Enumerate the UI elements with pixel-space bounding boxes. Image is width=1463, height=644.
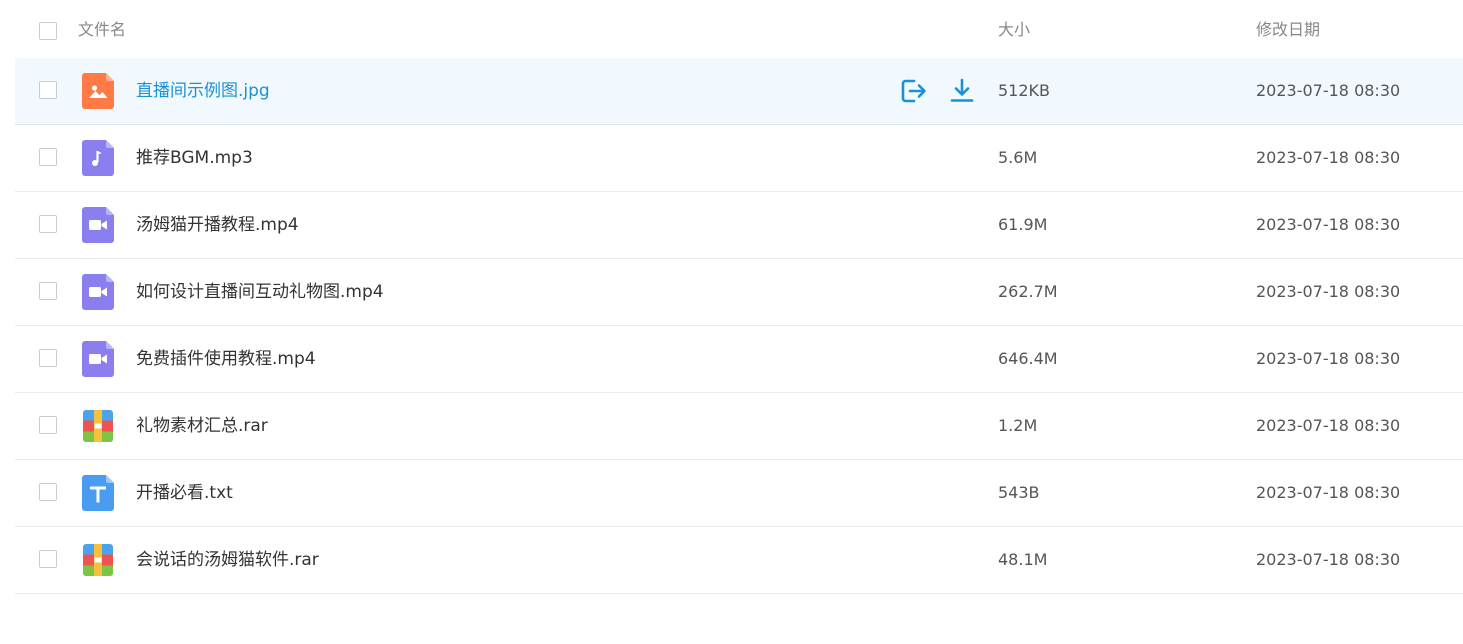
file-row[interactable]: 免费插件使用教程.mp4 646.4M 2023-07-18 08:30 <box>15 326 1463 393</box>
file-date: 2023-07-18 08:30 <box>1256 282 1401 301</box>
row-checkbox[interactable] <box>39 550 57 568</box>
file-size: 646.4M <box>998 349 1058 368</box>
file-size: 5.6M <box>998 148 1038 167</box>
audio-icon <box>82 140 114 176</box>
file-date: 2023-07-18 08:30 <box>1256 416 1401 435</box>
file-name[interactable]: 免费插件使用教程.mp4 <box>136 347 316 371</box>
select-all-checkbox[interactable] <box>39 22 57 40</box>
file-row[interactable]: 开播必看.txt 543B 2023-07-18 08:30 <box>15 460 1463 527</box>
video-icon <box>82 207 114 243</box>
row-checkbox[interactable] <box>39 483 57 501</box>
column-header-size[interactable]: 大小 <box>998 19 1030 41</box>
column-header-date[interactable]: 修改日期 <box>1256 19 1320 41</box>
file-name[interactable]: 开播必看.txt <box>136 481 233 505</box>
file-list: 文件名 大小 修改日期 直播间示例图.jpg 512KB 2023-07-18 … <box>15 0 1463 594</box>
archive-icon <box>82 408 114 444</box>
file-name[interactable]: 如何设计直播间互动礼物图.mp4 <box>136 280 384 304</box>
file-name[interactable]: 汤姆猫开播教程.mp4 <box>136 213 299 237</box>
share-icon[interactable] <box>899 77 927 105</box>
file-name[interactable]: 会说话的汤姆猫软件.rar <box>136 548 319 572</box>
row-checkbox[interactable] <box>39 282 57 300</box>
file-name[interactable]: 礼物素材汇总.rar <box>136 414 268 438</box>
file-date: 2023-07-18 08:30 <box>1256 148 1401 167</box>
archive-icon <box>82 542 114 578</box>
file-date: 2023-07-18 08:30 <box>1256 349 1401 368</box>
video-icon <box>82 274 114 310</box>
row-checkbox[interactable] <box>39 148 57 166</box>
file-date: 2023-07-18 08:30 <box>1256 81 1401 100</box>
file-row[interactable]: 汤姆猫开播教程.mp4 61.9M 2023-07-18 08:30 <box>15 192 1463 259</box>
file-size: 61.9M <box>998 215 1048 234</box>
image-icon <box>82 73 114 109</box>
file-size: 48.1M <box>998 550 1048 569</box>
download-icon[interactable] <box>948 77 976 105</box>
video-icon <box>82 341 114 377</box>
file-row[interactable]: 推荐BGM.mp3 5.6M 2023-07-18 08:30 <box>15 125 1463 192</box>
row-checkbox[interactable] <box>39 416 57 434</box>
column-header-name[interactable]: 文件名 <box>78 19 126 41</box>
file-size: 543B <box>998 483 1040 502</box>
row-checkbox[interactable] <box>39 215 57 233</box>
row-checkbox[interactable] <box>39 349 57 367</box>
row-checkbox[interactable] <box>39 81 57 99</box>
file-row[interactable]: 直播间示例图.jpg 512KB 2023-07-18 08:30 <box>15 58 1463 125</box>
file-name[interactable]: 推荐BGM.mp3 <box>136 146 253 170</box>
file-row[interactable]: 礼物素材汇总.rar 1.2M 2023-07-18 08:30 <box>15 393 1463 460</box>
text-icon <box>82 475 114 511</box>
file-list-header: 文件名 大小 修改日期 <box>15 0 1463 58</box>
file-row[interactable]: 如何设计直播间互动礼物图.mp4 262.7M 2023-07-18 08:30 <box>15 259 1463 326</box>
file-size: 262.7M <box>998 282 1058 301</box>
file-size: 1.2M <box>998 416 1038 435</box>
file-date: 2023-07-18 08:30 <box>1256 215 1401 234</box>
file-date: 2023-07-18 08:30 <box>1256 550 1401 569</box>
file-name[interactable]: 直播间示例图.jpg <box>136 79 270 103</box>
file-size: 512KB <box>998 81 1051 100</box>
file-date: 2023-07-18 08:30 <box>1256 483 1401 502</box>
file-row[interactable]: 会说话的汤姆猫软件.rar 48.1M 2023-07-18 08:30 <box>15 527 1463 594</box>
